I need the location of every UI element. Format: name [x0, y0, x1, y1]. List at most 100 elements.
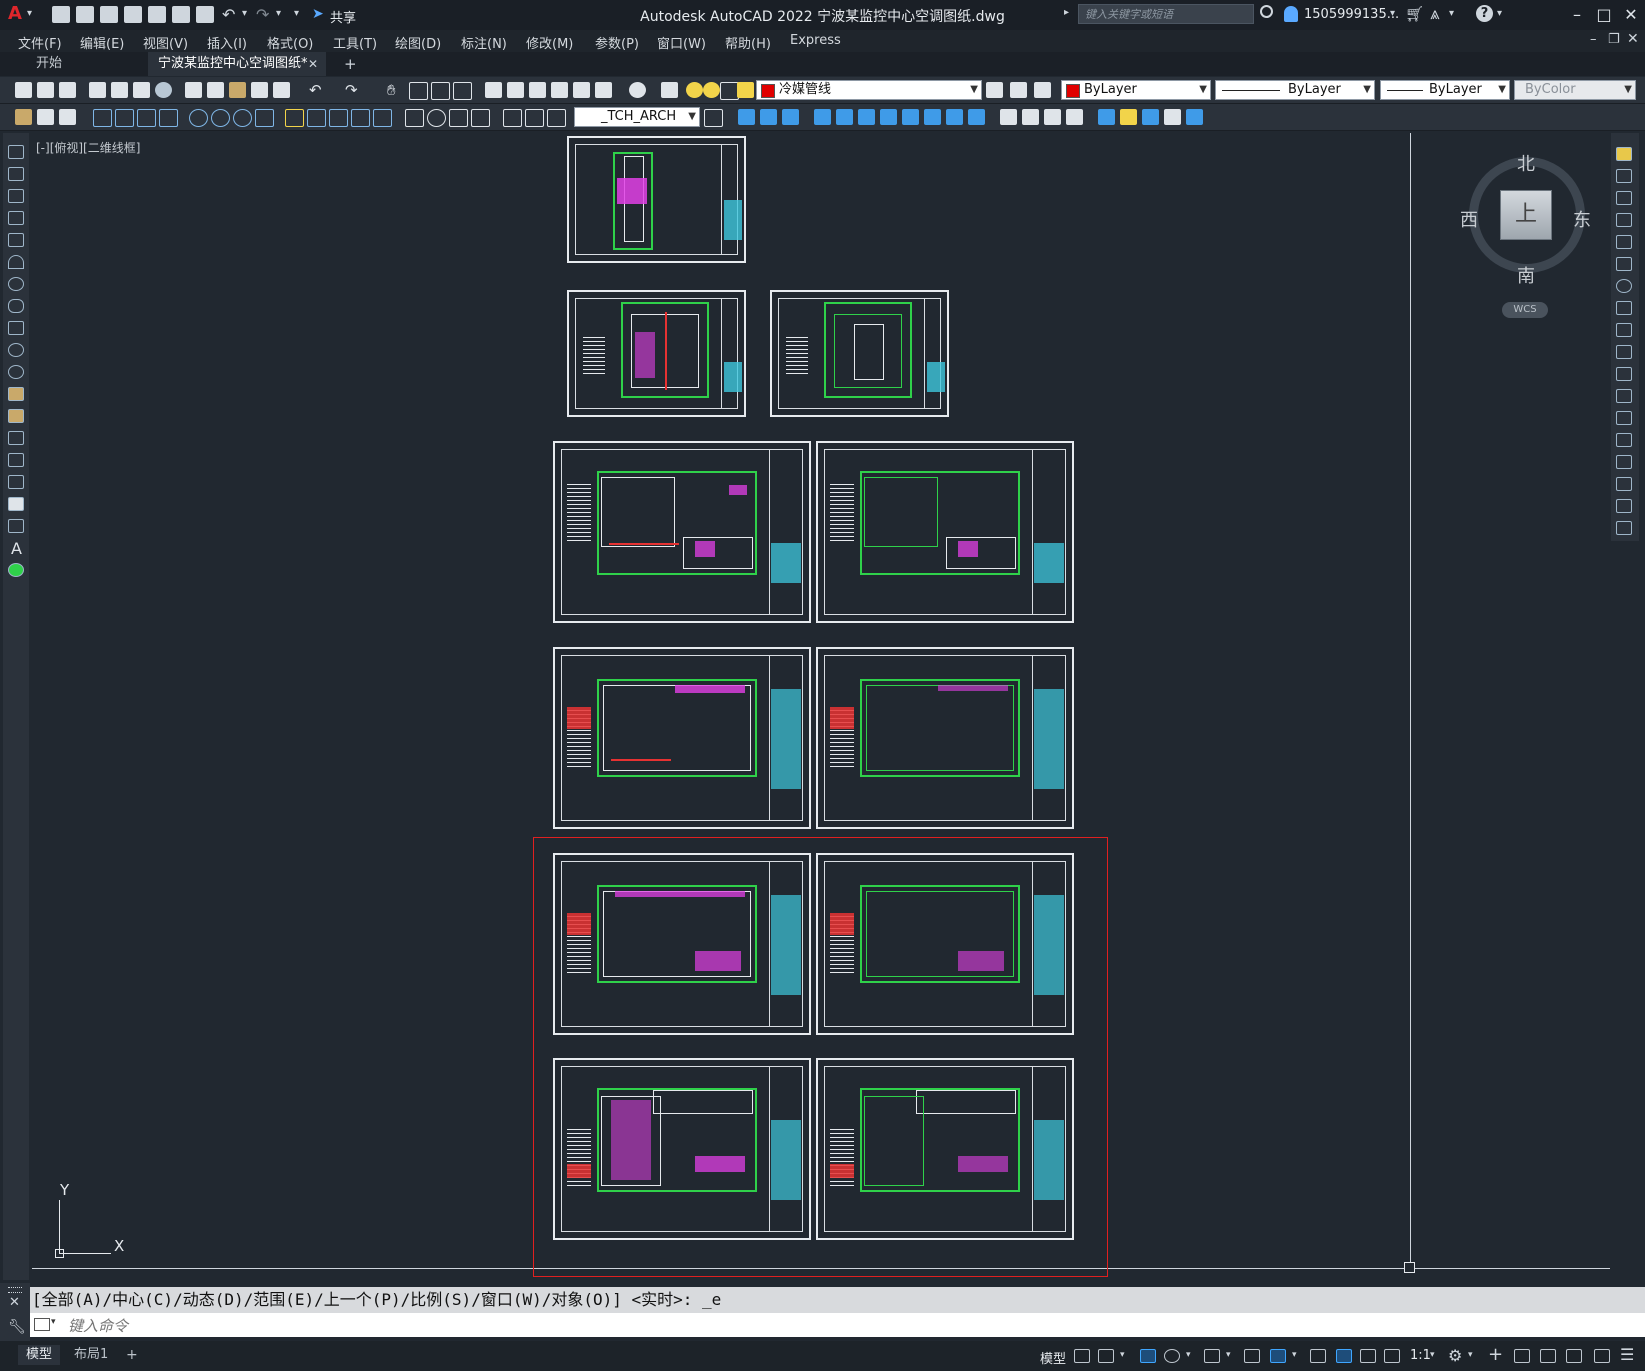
polar-dropdown-icon[interactable]: ▾: [1186, 1350, 1191, 1360]
customization-menu-icon[interactable]: ☰: [1620, 1345, 1634, 1364]
cut-icon[interactable]: [185, 82, 202, 98]
layer-states-icon[interactable]: [1034, 82, 1051, 98]
clean-screen-icon[interactable]: [1594, 1349, 1610, 1363]
snap-icon[interactable]: [1098, 1349, 1114, 1363]
make-current-layer-icon[interactable]: [986, 82, 1003, 98]
tab-active-drawing[interactable]: 宁波某监控中心空调图纸* ✕: [148, 52, 326, 76]
object-snap-tracking-icon[interactable]: [1244, 1349, 1260, 1363]
pan-icon[interactable]: ✋︎: [387, 82, 404, 98]
redo-dropdown-icon[interactable]: ▾: [276, 8, 281, 19]
drawing-sheet[interactable]: [770, 290, 949, 417]
ellipse-arc-icon[interactable]: [8, 365, 24, 379]
undo-dropdown-icon[interactable]: ▾: [242, 8, 247, 19]
tab-close-icon[interactable]: ✕: [308, 52, 318, 76]
drawing-sheet[interactable]: [567, 290, 746, 417]
layer-previous-icon[interactable]: [1010, 82, 1027, 98]
construction-line-icon[interactable]: [8, 167, 24, 181]
table-icon[interactable]: [8, 519, 24, 533]
ellipse-icon[interactable]: [8, 343, 24, 357]
design-center-icon[interactable]: [507, 82, 524, 98]
extend-icon[interactable]: [1616, 367, 1632, 381]
break-at-point-icon[interactable]: [1616, 389, 1632, 403]
doc-minimize-icon[interactable]: –: [1590, 32, 1597, 47]
blend-curves-icon[interactable]: [1616, 499, 1632, 513]
help-toolbar-icon[interactable]: [629, 82, 646, 98]
redo-icon[interactable]: ↷: [256, 5, 269, 24]
print-preview-icon[interactable]: [111, 82, 128, 98]
xref-icon[interactable]: [15, 109, 32, 125]
selection-grip[interactable]: [1404, 1262, 1415, 1273]
redo-toolbar-icon[interactable]: ↷: [345, 82, 362, 98]
drawing-sheet[interactable]: [553, 441, 811, 623]
annotation-scale-value[interactable]: 1:1: [1410, 1348, 1431, 1363]
rectangle-icon[interactable]: [8, 233, 24, 247]
close-icon[interactable]: ✕: [1619, 4, 1643, 26]
insert-block-icon[interactable]: [8, 387, 24, 401]
undo-icon[interactable]: ↶: [222, 5, 235, 24]
tool-palettes-icon[interactable]: [529, 82, 546, 98]
region-icon[interactable]: [8, 497, 24, 511]
app-menu-dropdown-icon[interactable]: ▾: [27, 8, 32, 19]
section-icon[interactable]: [1120, 109, 1137, 125]
zoom-realtime-icon[interactable]: [409, 82, 428, 100]
array-icon[interactable]: [1616, 235, 1632, 249]
viewport-controls-label[interactable]: [-][俯视][二维线框]: [36, 139, 140, 156]
rotate-icon[interactable]: [1616, 279, 1632, 293]
drawing-sheet[interactable]: [553, 647, 811, 829]
paste-icon[interactable]: [229, 82, 246, 98]
publish-toolbar-icon[interactable]: [133, 82, 150, 98]
revision-cloud-icon[interactable]: [8, 299, 24, 313]
color-dropdown[interactable]: ByLayer ▼: [1061, 80, 1211, 100]
compass-east[interactable]: 东: [1573, 206, 1591, 232]
drawing-sheet[interactable]: [816, 647, 1074, 829]
break-icon[interactable]: [373, 109, 392, 127]
share-icon[interactable]: ➤: [312, 6, 324, 22]
autocad-logo-icon[interactable]: A: [8, 5, 22, 23]
view-back-icon[interactable]: [760, 109, 777, 125]
help-icon[interactable]: ?: [1476, 5, 1493, 22]
image-icon[interactable]: [37, 109, 54, 125]
workspace-gear-icon[interactable]: ⚙︎: [1448, 1346, 1462, 1365]
customize-icon[interactable]: 🔧︎: [8, 1319, 26, 1335]
offset-icon[interactable]: [1616, 213, 1632, 227]
menu-edit[interactable]: 编辑(E): [80, 33, 124, 52]
drawing-sheet[interactable]: [816, 441, 1074, 623]
viewcube-top-face[interactable]: 上: [1500, 190, 1552, 240]
angular-icon[interactable]: [255, 109, 274, 127]
join-icon[interactable]: [1616, 433, 1632, 447]
auto-scale-icon[interactable]: [1360, 1349, 1376, 1363]
chamfer-icon[interactable]: [1616, 455, 1632, 469]
units-icon[interactable]: [1514, 1349, 1530, 1363]
text-style-dropdown[interactable]: _TCH_ARCH ▼: [574, 107, 700, 127]
solid-pyramid-icon[interactable]: [946, 109, 963, 125]
command-input[interactable]: [66, 1313, 1640, 1339]
view-left-icon[interactable]: [782, 109, 799, 125]
point-icon[interactable]: [8, 431, 24, 445]
block-editor-icon[interactable]: [273, 82, 290, 98]
save-icon[interactable]: [100, 6, 118, 23]
new-tab-button[interactable]: +: [334, 52, 367, 76]
layer-on-icon[interactable]: [686, 82, 703, 98]
user-icon[interactable]: [1284, 6, 1298, 22]
search-input[interactable]: 键入关键字或短语: [1078, 4, 1254, 24]
share-button[interactable]: 共享: [330, 7, 356, 26]
menu-view[interactable]: 视图(V): [143, 33, 188, 52]
zoom-window-icon[interactable]: [431, 82, 450, 100]
jogged-icon[interactable]: [211, 109, 230, 127]
mirror-icon[interactable]: [1616, 191, 1632, 205]
extrude-icon[interactable]: [1066, 109, 1083, 125]
polyline-icon[interactable]: [8, 189, 24, 203]
save-as-icon[interactable]: [124, 6, 142, 23]
ordinate-icon[interactable]: [159, 109, 178, 127]
sheet-set-icon[interactable]: [551, 82, 568, 98]
solid-torus-icon[interactable]: [924, 109, 941, 125]
annotation-scale-icon[interactable]: [1384, 1349, 1400, 1363]
qnew-icon[interactable]: [15, 82, 32, 98]
baseline-icon[interactable]: [307, 109, 326, 127]
sweep-icon[interactable]: [1164, 109, 1181, 125]
maximize-icon[interactable]: □: [1592, 4, 1616, 26]
intersect-icon[interactable]: [1044, 109, 1061, 125]
workspace-dropdown-icon[interactable]: ▾: [1468, 1350, 1473, 1360]
menu-format[interactable]: 格式(O): [267, 33, 313, 52]
drawing-sheet[interactable]: [567, 136, 746, 263]
